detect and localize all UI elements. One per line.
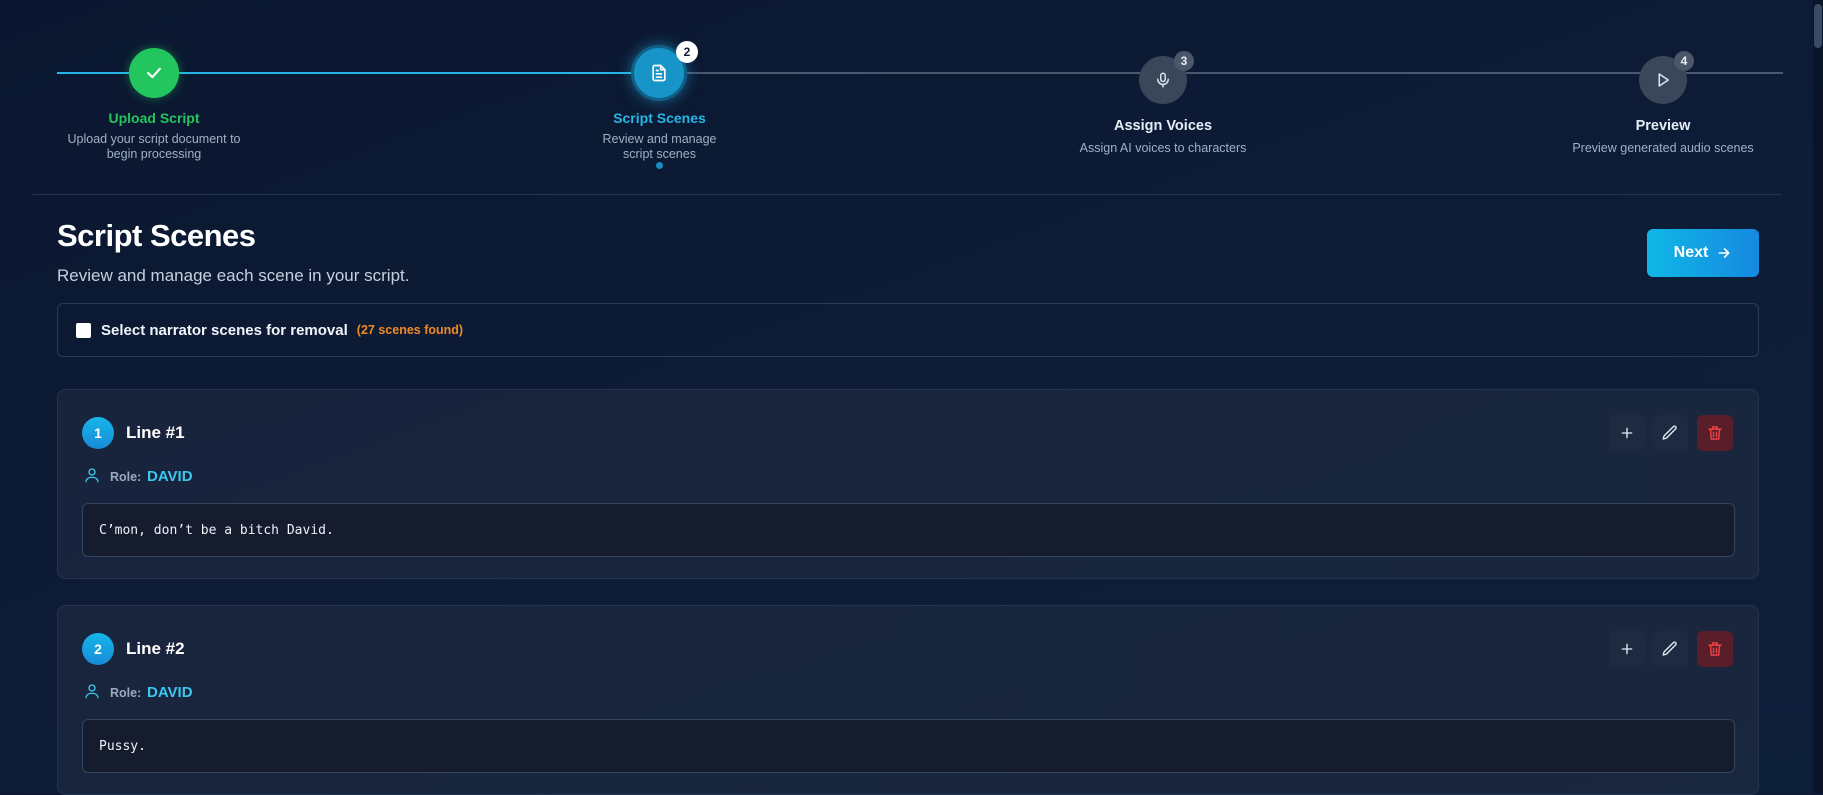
scene-title: Line #2 xyxy=(126,639,185,658)
next-button-label: Next xyxy=(1673,244,1709,261)
play-icon xyxy=(1658,73,1669,87)
next-button[interactable]: Next xyxy=(1647,229,1759,277)
step-upload-script[interactable]: Upload Script Upload your script documen… xyxy=(57,0,251,170)
step-preview[interactable]: 4 Preview Preview generated audio scenes xyxy=(1563,0,1763,160)
scene-text[interactable]: Pussy. xyxy=(82,719,1735,773)
user-icon xyxy=(85,684,99,699)
pencil-icon xyxy=(1662,425,1677,440)
step-2-title: Script Scenes xyxy=(613,110,706,126)
role-label: Role: xyxy=(110,470,142,484)
step-4-description: Preview generated audio scenes xyxy=(1572,141,1754,155)
step-4-title: Preview xyxy=(1635,118,1691,134)
document-icon xyxy=(652,64,666,82)
narrator-removal-checkbox[interactable] xyxy=(76,322,91,338)
scene-card: 2 Line #2 Role: DAVID Pussy. xyxy=(57,605,1759,795)
scene-card: 1 Line #1 Role: DAVID C’mon, don’t be a … xyxy=(57,389,1759,579)
step-1-circle xyxy=(129,48,179,98)
step-1-description: Upload your script document to begin pro… xyxy=(67,132,241,161)
role-value: DAVID xyxy=(147,684,193,701)
edit-scene-button[interactable] xyxy=(1652,631,1688,667)
scene-text[interactable]: C’mon, don’t be a bitch David. xyxy=(82,503,1735,557)
step-script-scenes[interactable]: 2 Script Scenes Review and manage script… xyxy=(581,0,738,175)
step-assign-voices[interactable]: 3 Assign Voices Assign AI voices to char… xyxy=(1073,0,1253,160)
scene-number-badge: 1 xyxy=(82,417,114,449)
page-subtitle: Review and manage each scene in your scr… xyxy=(57,266,410,285)
step-4-badge: 4 xyxy=(1674,51,1694,71)
scrollbar-thumb[interactable] xyxy=(1814,4,1822,48)
progress-stepper: Upload Script Upload your script documen… xyxy=(33,0,1783,195)
step-2-description: Review and manage script scenes xyxy=(602,132,717,161)
active-step-dot xyxy=(656,162,663,169)
step-1-title: Upload Script xyxy=(108,110,200,126)
step-3-title: Assign Voices xyxy=(1113,118,1213,134)
edit-scene-button[interactable] xyxy=(1652,415,1688,451)
delete-scene-button[interactable] xyxy=(1697,415,1733,451)
add-scene-button[interactable] xyxy=(1609,415,1645,451)
plus-icon xyxy=(1621,427,1633,439)
narrator-removal-panel: Select narrator scenes for removal (27 s… xyxy=(57,303,1759,357)
narrator-scene-count: (27 scenes found) xyxy=(356,323,464,337)
narrator-removal-label[interactable]: Select narrator scenes for removal xyxy=(101,322,348,339)
pencil-icon xyxy=(1662,641,1677,656)
microphone-icon xyxy=(1157,72,1169,88)
user-icon xyxy=(85,468,99,483)
scene-number-badge: 2 xyxy=(82,633,114,665)
step-3-badge: 3 xyxy=(1174,51,1194,71)
plus-icon xyxy=(1621,643,1633,655)
trash-icon xyxy=(1708,426,1722,440)
step-3-description: Assign AI voices to characters xyxy=(1079,141,1247,155)
role-label: Role: xyxy=(110,686,142,700)
role-value: DAVID xyxy=(147,468,193,485)
step-2-badge: 2 xyxy=(676,41,698,63)
scene-title: Line #1 xyxy=(126,423,185,442)
page-title: Script Scenes xyxy=(57,218,256,253)
add-scene-button[interactable] xyxy=(1609,631,1645,667)
arrow-right-icon xyxy=(1718,248,1730,258)
delete-scene-button[interactable] xyxy=(1697,631,1733,667)
check-icon xyxy=(147,67,161,79)
page-scrollbar[interactable] xyxy=(1813,0,1823,793)
trash-icon xyxy=(1708,642,1722,656)
